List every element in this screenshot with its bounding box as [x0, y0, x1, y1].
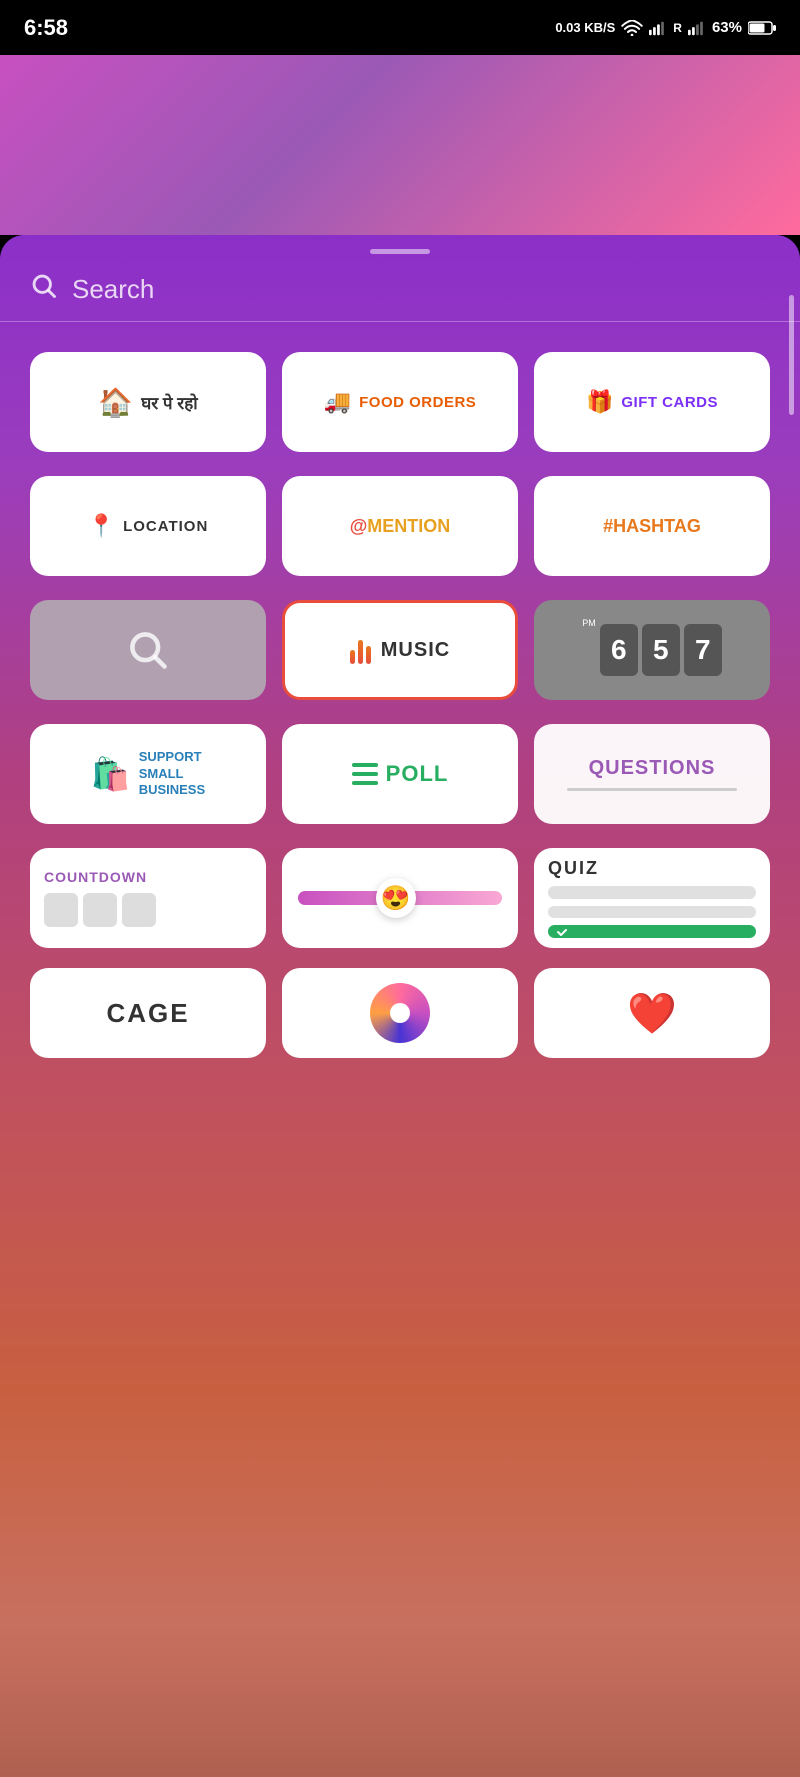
sticker-questions[interactable]: QUESTIONS: [534, 724, 770, 824]
countdown-tile-1: [44, 893, 78, 927]
hashtag-text: #HASHTAG: [603, 516, 701, 537]
location-icon: 📍: [88, 513, 115, 539]
support-text: SUPPORTSMALLBUSINESS: [139, 749, 205, 800]
time-digit-7: 7: [684, 624, 722, 676]
status-bar: 6:58 0.03 KB/S R 63%: [0, 0, 800, 55]
sticker-time[interactable]: PM 6 5 7: [534, 600, 770, 700]
location-text: LOCATION: [123, 518, 208, 535]
scrollbar[interactable]: [789, 295, 794, 415]
sticker-mention[interactable]: @MENTION: [282, 476, 518, 576]
signal-icon-2: [688, 20, 706, 36]
questions-text: QUESTIONS: [589, 757, 716, 780]
sticker-gift-cards[interactable]: 🎁 GIFT CARDS: [534, 352, 770, 452]
time-pm-label: PM: [582, 618, 596, 628]
signal-icon: [649, 20, 667, 36]
wifi-icon: [621, 20, 643, 36]
poll-text: POLL: [386, 761, 449, 787]
search-label: Search: [72, 274, 154, 305]
time-digit-5: 5: [642, 624, 680, 676]
status-time: 6:58: [24, 15, 68, 41]
sticker-grid: 🏠 घर पे रहो 🚚 FOOD ORDERS 🎁 GIFT CARDS 📍…: [0, 342, 800, 958]
gift-icon: 🎁: [586, 389, 613, 415]
circle-gradient-icon: [370, 983, 430, 1043]
quiz-option-correct: [548, 925, 756, 938]
sticker-ghar-pe-raho[interactable]: 🏠 घर पे रहो: [30, 352, 266, 452]
sheet-handle-row: [0, 235, 800, 262]
music-bars-icon: [350, 636, 371, 664]
sheet-handle: [370, 249, 430, 254]
network-speed: 0.03 KB/S: [555, 20, 615, 35]
food-text: FOOD ORDERS: [359, 394, 476, 411]
quiz-option-1: [548, 886, 756, 899]
sticker-quiz[interactable]: QUIZ: [534, 848, 770, 948]
sticker-heart-partial[interactable]: ❤️: [534, 968, 770, 1058]
r-label: R: [673, 21, 682, 35]
music-text: MUSIC: [381, 639, 450, 662]
sticker-sheet: Search 🏠 घर पे रहो 🚚 FOOD ORDERS 🎁 GIFT …: [0, 235, 800, 1777]
gift-text: GIFT CARDS: [621, 394, 718, 411]
countdown-title: COUNTDOWN: [44, 869, 147, 885]
bottom-partial-row: CAGE ❤️: [0, 958, 800, 1068]
mention-text: @MENTION: [350, 516, 451, 537]
sticker-location[interactable]: 📍 LOCATION: [30, 476, 266, 576]
countdown-tile-2: [83, 893, 117, 927]
slider-emoji: 😍: [376, 878, 416, 918]
support-icon: 🛍️: [91, 755, 131, 793]
time-digit-6: 6: [600, 624, 638, 676]
status-right: 0.03 KB/S R 63%: [555, 19, 776, 36]
countdown-tile-3: [122, 893, 156, 927]
search-icon: [30, 272, 58, 307]
sticker-emoji-slider[interactable]: 😍: [282, 848, 518, 948]
sticker-food-orders[interactable]: 🚚 FOOD ORDERS: [282, 352, 518, 452]
heart-icon: ❤️: [627, 990, 677, 1037]
sticker-countdown[interactable]: COUNTDOWN: [30, 848, 266, 948]
sticker-hashtag[interactable]: #HASHTAG: [534, 476, 770, 576]
sticker-search[interactable]: [30, 600, 266, 700]
sticker-support-small-business[interactable]: 🛍️ SUPPORTSMALLBUSINESS: [30, 724, 266, 824]
search-container: Search: [0, 262, 800, 322]
sticker-circle-partial[interactable]: [282, 968, 518, 1058]
battery-icon: [748, 21, 776, 35]
search-row[interactable]: Search: [30, 272, 770, 321]
sticker-music[interactable]: MUSIC: [282, 600, 518, 700]
countdown-tiles: [44, 893, 156, 927]
questions-line: [567, 788, 737, 791]
food-icon: 🚚: [324, 389, 351, 415]
search-gray-icon: [126, 628, 170, 672]
poll-icon: [352, 763, 378, 785]
quiz-title: QUIZ: [548, 858, 599, 879]
sticker-poll[interactable]: POLL: [282, 724, 518, 824]
sticker-cage-partial[interactable]: CAGE: [30, 968, 266, 1058]
cage-text: CAGE: [106, 998, 189, 1029]
quiz-option-2: [548, 906, 756, 919]
ghar-text: घर पे रहो: [141, 391, 198, 414]
battery-percent: 63%: [712, 19, 742, 36]
background-gradient: [0, 55, 800, 235]
ghar-icon: 🏠: [98, 386, 133, 419]
